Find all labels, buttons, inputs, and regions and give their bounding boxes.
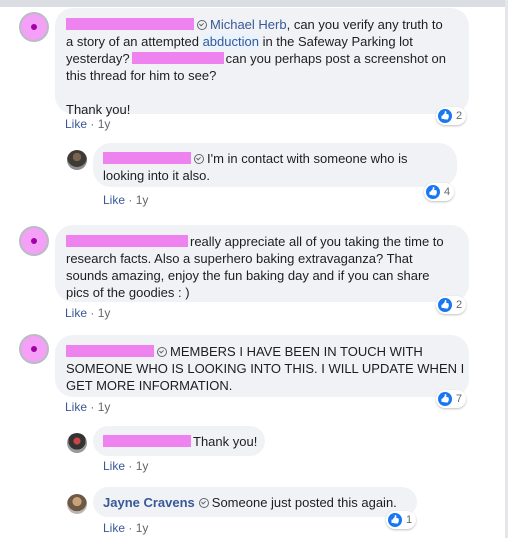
verified-badge-icon (197, 20, 207, 30)
reply-bubble: Thank you! (93, 426, 265, 456)
comment-text: GET MORE INFORMATION. (66, 378, 233, 393)
timestamp[interactable]: 1y (136, 521, 149, 535)
redacted-name (103, 152, 191, 164)
comment-bubble: Michael Herb, can you verify any truth t… (55, 8, 469, 117)
mention-link[interactable]: Michael Herb (210, 17, 287, 32)
separator: · (125, 521, 136, 535)
like-link[interactable]: Like (103, 193, 125, 207)
comment-text: sounds amazing, enjoy the fun baking day… (66, 268, 430, 283)
avatar[interactable] (19, 12, 49, 42)
comment-text: I'm in contact with someone who is (207, 151, 408, 166)
comment-text: MEMBERS I HAVE BEEN IN TOUCH WITH (170, 344, 423, 359)
comment-text: Someone just posted this again. (211, 495, 397, 510)
reply-bubble: I'm in contact with someone who is looki… (93, 143, 457, 187)
comment-text: looking into it also. (103, 168, 210, 183)
hashtag-link[interactable]: abduction (202, 34, 259, 49)
comment-meta: Like · 1y (65, 306, 110, 320)
avatar[interactable] (67, 433, 87, 453)
verified-badge-icon (157, 347, 167, 357)
separator: · (125, 459, 136, 473)
comment-meta: Like · 1y (65, 117, 110, 131)
separator: · (87, 400, 98, 414)
comment-text: a story of an attempted (66, 34, 203, 49)
comment-text: really appreciate all of you taking the … (190, 234, 444, 249)
reaction-number: 7 (456, 393, 463, 405)
comment-meta: Like · 1y (103, 521, 148, 535)
avatar[interactable] (19, 334, 49, 364)
thumbs-up-icon (426, 185, 440, 199)
comment-meta: Like · 1y (103, 193, 148, 207)
like-link[interactable]: Like (103, 521, 125, 535)
reaction-count[interactable]: 2 (436, 296, 467, 314)
top-divider (0, 0, 508, 7)
comment-text: in the Safeway Parking lot (258, 34, 413, 49)
thumbs-up-icon (388, 513, 402, 527)
comment-text: can you perhaps post a screenshot on (225, 51, 447, 66)
like-link[interactable]: Like (65, 117, 87, 131)
reaction-count[interactable]: 7 (436, 390, 467, 408)
reply-bubble: Jayne Cravens Someone just posted this ag… (93, 487, 417, 517)
like-link[interactable]: Like (103, 459, 125, 473)
reaction-number: 4 (444, 186, 451, 198)
reaction-count[interactable]: 2 (436, 107, 467, 125)
redacted-name (66, 235, 188, 247)
thumbs-up-icon (438, 392, 452, 406)
comment-bubble: MEMBERS I HAVE BEEN IN TOUCH WITH SOMEON… (55, 335, 469, 397)
comment-meta: Like · 1y (65, 400, 110, 414)
like-link[interactable]: Like (65, 400, 87, 414)
comment-text: SOMEONE WHO IS LOOKING INTO THIS. I WILL… (66, 361, 465, 376)
reaction-count[interactable]: 1 (386, 511, 417, 529)
reaction-number: 1 (406, 514, 413, 526)
thumbs-up-icon (438, 298, 452, 312)
author-name-link[interactable]: Jayne Cravens (103, 495, 195, 510)
avatar[interactable] (67, 494, 87, 514)
comment-text: pics of the goodies : ) (66, 285, 190, 300)
reaction-number: 2 (456, 299, 463, 311)
separator: · (87, 306, 98, 320)
redacted-name (66, 18, 194, 30)
verified-badge-icon (194, 154, 204, 164)
timestamp[interactable]: 1y (98, 306, 111, 320)
separator: · (87, 117, 98, 131)
comment-text: , can you verify any truth to (286, 17, 443, 32)
like-link[interactable]: Like (65, 306, 87, 320)
timestamp[interactable]: 1y (98, 400, 111, 414)
comment-text: Thank you! (66, 102, 131, 117)
redacted-name (66, 345, 154, 357)
redacted-name (103, 435, 191, 447)
comment-text: Thank you! (193, 434, 258, 449)
timestamp[interactable]: 1y (98, 117, 111, 131)
reaction-count[interactable]: 4 (424, 183, 455, 201)
comment-text: yesterday? (66, 51, 130, 66)
thumbs-up-icon (438, 109, 452, 123)
reaction-number: 2 (456, 110, 463, 122)
timestamp[interactable]: 1y (136, 459, 149, 473)
separator: · (125, 193, 136, 207)
verified-badge-icon (198, 498, 209, 508)
comment-bubble: really appreciate all of you taking the … (55, 225, 469, 302)
timestamp[interactable]: 1y (136, 193, 149, 207)
comment-text: this thread for him to see? (66, 68, 217, 83)
comment-text: research facts. Also a superhero baking … (66, 251, 413, 266)
avatar[interactable] (19, 226, 49, 256)
comment-meta: Like · 1y (103, 459, 148, 473)
avatar[interactable] (67, 150, 87, 170)
redacted-name (131, 52, 224, 64)
